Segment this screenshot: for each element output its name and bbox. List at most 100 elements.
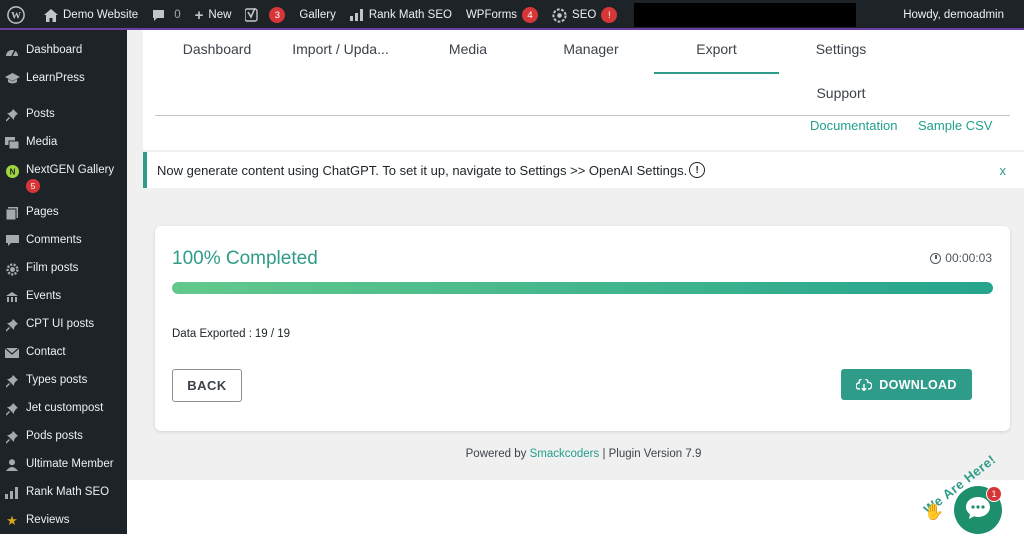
- powered-by: Powered by: [465, 448, 527, 460]
- svg-text:W: W: [11, 11, 21, 22]
- pin-icon: [4, 402, 20, 416]
- wordpress-icon: W: [7, 6, 25, 24]
- exported-value: 19 / 19: [254, 328, 291, 340]
- comments-count: 0: [174, 9, 181, 21]
- data-exported: Data Exported :19 / 19: [172, 328, 293, 340]
- sidebar-item-pages[interactable]: Pages: [0, 198, 127, 226]
- chat-bubble-icon: [965, 496, 991, 525]
- sidebar-item-comments[interactable]: Comments: [0, 226, 127, 254]
- sidebar-item-dashboard[interactable]: Dashboard: [0, 36, 127, 64]
- sidebar-item-label: NextGEN Gallery: [26, 164, 115, 176]
- events-icon: [4, 290, 20, 304]
- sidebar-item-posts[interactable]: Posts: [0, 100, 127, 128]
- gallery-label: Gallery: [299, 9, 336, 21]
- gear-icon: [4, 262, 20, 276]
- mail-icon: [4, 346, 20, 360]
- smackcoders-link[interactable]: Smackcoders: [530, 448, 600, 460]
- clock-icon: [930, 252, 942, 264]
- sidebar-item-label: Types posts: [26, 374, 88, 386]
- sidebar-item-pods-posts[interactable]: Pods posts: [0, 422, 127, 450]
- tab-dashboard[interactable]: Dashboard: [167, 30, 267, 74]
- wpforms-menu[interactable]: WPForms 4: [459, 0, 545, 30]
- sidebar-item-label: Film posts: [26, 262, 79, 274]
- svg-text:N: N: [9, 167, 15, 176]
- redacted-area: [634, 3, 857, 27]
- info-icon[interactable]: !: [689, 162, 706, 178]
- sidebar-item-label: Dashboard: [26, 44, 83, 56]
- sidebar-item-label: Pods posts: [26, 430, 83, 442]
- tab-support[interactable]: Support: [791, 74, 891, 118]
- wordpress-logo-button[interactable]: W: [0, 0, 37, 30]
- export-progress-card: 100% Completed 00:00:03 Data Exported :1…: [155, 226, 1010, 431]
- chat-unread-badge: 1: [986, 486, 1002, 502]
- howdy-text: Howdy, demoadmin: [903, 9, 1004, 21]
- plugin-version: | Plugin Version 7.9: [602, 448, 702, 460]
- comment-icon: [152, 9, 165, 22]
- sidebar-item-rank-math-seo[interactable]: Rank Math SEO: [0, 478, 127, 506]
- timer-value: 00:00:03: [945, 251, 992, 265]
- sample-csv-link[interactable]: Sample CSV: [918, 118, 992, 133]
- sidebar-item-events[interactable]: Events: [0, 282, 127, 310]
- back-button[interactable]: BACK: [172, 369, 242, 402]
- tabs-panel: Dashboard Import / Upda... Media Manager…: [143, 30, 1024, 150]
- sidebar-item-label: Posts: [26, 108, 55, 120]
- site-name-link[interactable]: Demo Website: [37, 0, 145, 30]
- rankmath-icon: [349, 9, 364, 21]
- new-content-link[interactable]: + New: [188, 0, 239, 30]
- sidebar-item-jet-custompost[interactable]: Jet custompost: [0, 394, 127, 422]
- seo-label: SEO: [572, 9, 597, 21]
- seo-menu[interactable]: SEO !: [545, 0, 624, 30]
- sidebar-item-learnpress[interactable]: LearnPress: [0, 64, 127, 92]
- admin-bar: W Demo Website 0 + New 3 Gallery Rank Ma…: [0, 0, 1024, 30]
- sidebar-item-film-posts[interactable]: Film posts: [0, 254, 127, 282]
- nextgen-badge: 5: [26, 179, 40, 193]
- yoast-menu[interactable]: 3: [238, 0, 292, 30]
- notice-text: Now generate content using ChatGPT. To s…: [157, 162, 688, 178]
- comments-link[interactable]: 0: [145, 0, 187, 30]
- download-button[interactable]: DOWNLOAD: [841, 369, 972, 400]
- chat-widget[interactable]: We Are Here! ✋ 1: [918, 452, 1024, 534]
- yoast-badge: 3: [269, 7, 286, 23]
- elapsed-timer: 00:00:03: [930, 251, 992, 265]
- sidebar-item-label: Pages: [26, 206, 59, 218]
- gallery-icon: N: [4, 164, 20, 178]
- page-bottom: [127, 480, 1024, 534]
- home-icon: [44, 8, 58, 22]
- progress-bar: [172, 282, 993, 294]
- waving-hand-icon: ✋: [924, 504, 944, 521]
- tab-manager[interactable]: Manager: [541, 30, 641, 74]
- sidebar-item-ultimate-member[interactable]: Ultimate Member: [0, 450, 127, 478]
- yoast-icon: [245, 8, 259, 22]
- download-label: DOWNLOAD: [879, 377, 957, 392]
- sidebar-item-reviews[interactable]: ★ Reviews: [0, 506, 127, 534]
- plus-icon: +: [194, 6, 204, 24]
- tab-import-update[interactable]: Import / Upda...: [283, 30, 398, 74]
- graduation-cap-icon: [4, 72, 20, 86]
- rankmath-menu[interactable]: Rank Math SEO: [343, 0, 459, 30]
- star-icon: ★: [6, 513, 18, 528]
- site-name: Demo Website: [63, 9, 139, 21]
- sidebar-item-label: Events: [26, 290, 62, 302]
- sidebar-item-label: Rank Math SEO: [26, 486, 110, 498]
- sidebar-item-label: Contact: [26, 346, 66, 358]
- sidebar-item-contact[interactable]: Contact: [0, 338, 127, 366]
- sidebar-item-nextgen-gallery[interactable]: N NextGEN Gallery 5: [0, 156, 127, 198]
- tab-media[interactable]: Media: [418, 30, 518, 74]
- tabs-divider: [155, 115, 1010, 116]
- gallery-menu[interactable]: Gallery: [292, 0, 342, 30]
- tab-export[interactable]: Export: [654, 30, 779, 74]
- documentation-link[interactable]: Documentation: [810, 118, 897, 133]
- pin-icon: [4, 430, 20, 444]
- rankmath-label: Rank Math SEO: [368, 9, 452, 21]
- sidebar-item-types-posts[interactable]: Types posts: [0, 366, 127, 394]
- sidebar-item-label: Jet custompost: [26, 402, 104, 414]
- progress-title: 100% Completed: [172, 248, 318, 269]
- sidebar-item-label: CPT UI posts: [26, 318, 95, 330]
- tab-settings[interactable]: Settings: [791, 30, 891, 74]
- sidebar-item-cpt-ui-posts[interactable]: CPT UI posts: [0, 310, 127, 338]
- pin-icon: [4, 318, 20, 332]
- notice-close-button[interactable]: x: [1000, 163, 1007, 178]
- sidebar-item-media[interactable]: Media: [0, 128, 127, 156]
- pin-icon: [4, 108, 20, 122]
- user-account-menu[interactable]: Howdy, demoadmin: [896, 0, 1024, 30]
